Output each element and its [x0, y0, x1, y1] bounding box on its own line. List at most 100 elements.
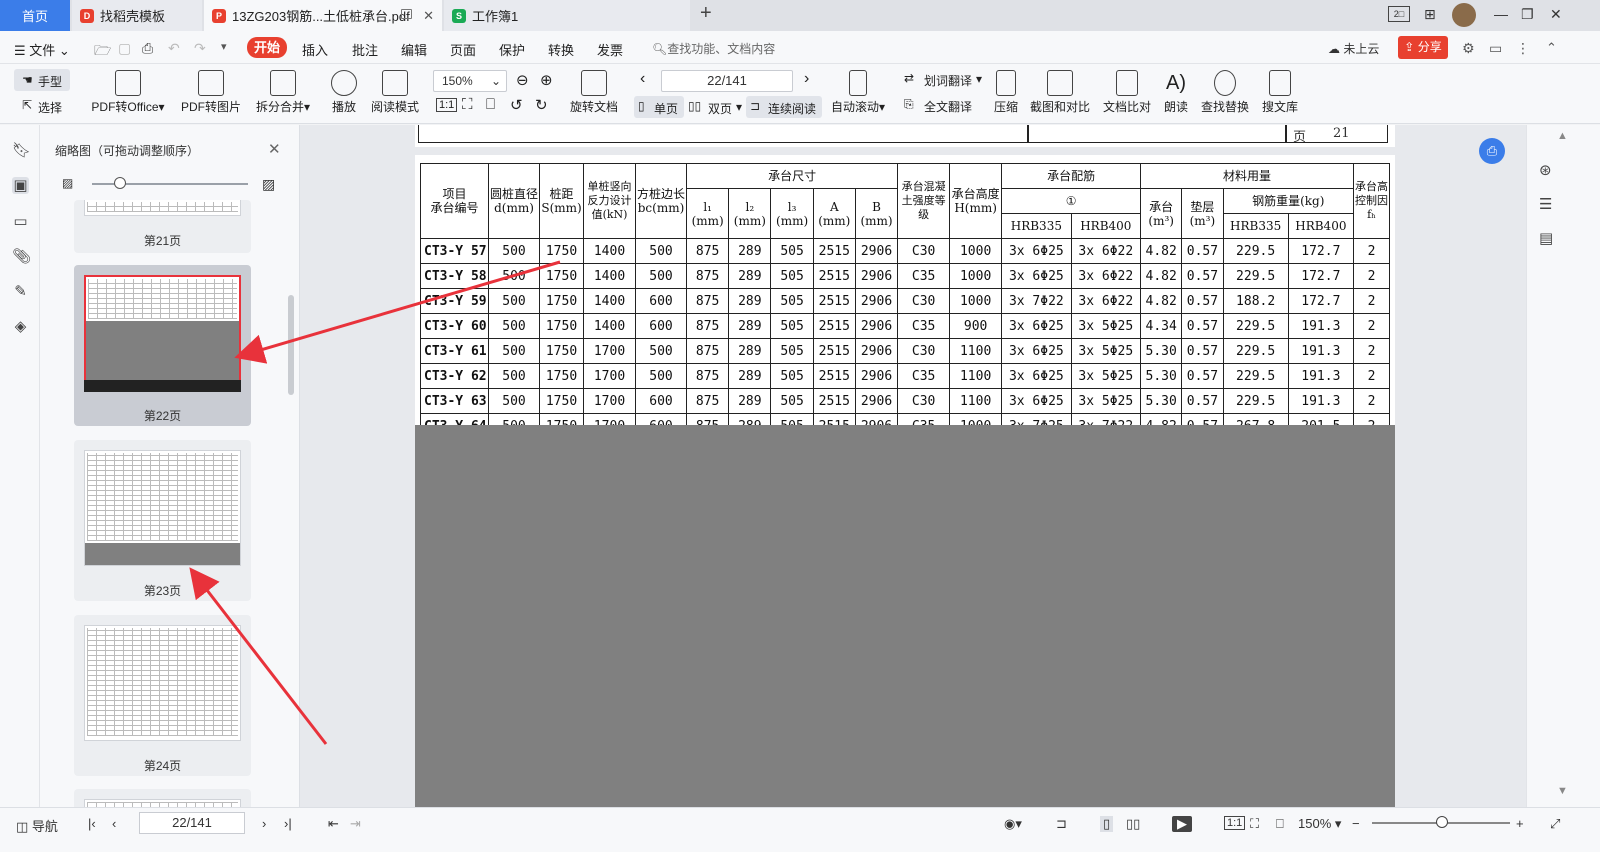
menu-convert[interactable]: 转换	[548, 40, 574, 59]
menu-page[interactable]: 页面	[450, 40, 476, 59]
back-icon[interactable]: ⇤	[328, 816, 339, 832]
tab-template[interactable]: D 找稻壳模板	[72, 0, 202, 31]
full-translate-button[interactable]: ⎘ 全文翻译	[904, 97, 984, 117]
apps-grid-icon[interactable]: ⊞	[1424, 6, 1436, 23]
auto-scroll-button[interactable]: 自动滚动▾	[828, 70, 888, 115]
thumbnail-page-22[interactable]: 第22页	[74, 265, 251, 426]
thumbnail-page-21[interactable]: 第21页	[74, 200, 251, 253]
undo-icon[interactable]: ↶	[168, 40, 180, 57]
thumbnail-page-23[interactable]: 第23页	[74, 440, 251, 601]
prev-page-icon[interactable]: ‹	[112, 816, 116, 831]
thumbnail-page-25[interactable]	[74, 789, 251, 807]
minimize-icon[interactable]: —	[1494, 6, 1508, 22]
read-aloud-button[interactable]: A) 朗读	[1160, 70, 1192, 115]
select-tool[interactable]: ⇱ 选择	[20, 97, 70, 117]
rotate-left-icon[interactable]: ↺	[510, 96, 523, 114]
close-panel-icon[interactable]: ✕	[268, 140, 281, 158]
pin-icon[interactable]	[401, 9, 412, 19]
last-page-icon[interactable]: ›|	[284, 816, 292, 831]
eye-protection-icon[interactable]: ◉▾	[1004, 816, 1022, 832]
tab-home[interactable]: 首页	[0, 0, 70, 31]
menu-protect[interactable]: 保护	[499, 40, 525, 59]
actual-size-icon[interactable]: 1:1	[1224, 816, 1246, 830]
prev-page-icon[interactable]: ‹	[640, 70, 645, 88]
ai-search-icon[interactable]: ⊛	[1539, 161, 1552, 179]
layers-icon[interactable]: ◈	[12, 318, 29, 335]
avatar[interactable]	[1452, 3, 1476, 27]
small-thumb-icon[interactable]: ▨	[62, 176, 73, 190]
double-page-layout-icon[interactable]: ▯▯	[1126, 816, 1140, 832]
fit-page-icon[interactable]: ⛶	[462, 96, 473, 113]
status-page-input[interactable]: 22/141	[139, 812, 245, 834]
function-search-input[interactable]: 🔍︎查找功能、文档内容	[652, 40, 775, 57]
new-tab-icon[interactable]: +	[700, 2, 712, 25]
restore-icon[interactable]: ❐	[1521, 6, 1534, 23]
continuous-layout-icon[interactable]: ⊐	[1056, 816, 1067, 832]
find-replace-button[interactable]: 查找替换	[1198, 70, 1252, 115]
thumbnail-size-slider-handle[interactable]	[114, 177, 126, 189]
single-page-layout-icon[interactable]: ▯	[1100, 816, 1114, 832]
hand-tool[interactable]: ☚ 手型	[14, 69, 70, 91]
navigation-toggle[interactable]: ◫ 导航	[16, 816, 58, 835]
fit-width-icon[interactable]: ⎕	[1276, 816, 1284, 832]
menu-annotate[interactable]: 批注	[352, 40, 378, 59]
zoom-select[interactable]: 150% ⌄	[433, 70, 507, 92]
save-icon[interactable]: ▢	[118, 40, 131, 57]
bookmark-icon[interactable]: 🔖︎	[12, 142, 31, 159]
cloud-status[interactable]: ☁ 未上云	[1328, 40, 1379, 57]
settings-icon[interactable]: ⚙	[1462, 40, 1475, 57]
menu-edit[interactable]: 编辑	[401, 40, 427, 59]
zoom-out-icon[interactable]: ⊖	[516, 71, 529, 89]
collapse-ribbon-icon[interactable]: ⌃	[1546, 40, 1557, 56]
menu-start[interactable]: 开始	[247, 37, 287, 58]
split-merge-button[interactable]: 拆分合并▾	[252, 70, 314, 115]
open-folder-icon[interactable]: 🗁	[94, 40, 111, 64]
file-menu[interactable]: ☰ 文件 ⌄	[14, 40, 70, 59]
fit-page-icon[interactable]: ⛶	[1250, 816, 1259, 832]
menu-invoice[interactable]: 发票	[597, 40, 623, 59]
double-page-button[interactable]: ▯▯ 双页 ▾	[688, 96, 744, 118]
rotate-right-icon[interactable]: ↻	[535, 96, 548, 114]
more-icon[interactable]: ⋮	[1516, 40, 1530, 57]
read-mode-button[interactable]: 阅读模式	[368, 70, 422, 115]
zoom-dropdown[interactable]: 150% ▾	[1298, 816, 1341, 832]
zoom-out-icon[interactable]: −	[1352, 816, 1360, 831]
pdf-to-image-button[interactable]: PDF转图片	[180, 70, 242, 115]
zoom-in-icon[interactable]: ⊕	[540, 71, 553, 89]
forward-icon[interactable]: ⇥	[350, 816, 361, 832]
layout-icon[interactable]: 2□	[1388, 6, 1410, 22]
large-thumb-icon[interactable]: ▨	[262, 176, 275, 193]
scroll-down-icon[interactable]: ▼	[1557, 785, 1568, 797]
screenshot-compare-button[interactable]: 截图和对比	[1028, 70, 1092, 115]
tab-spreadsheet[interactable]: S 工作簿1	[444, 0, 690, 31]
thumbnail-icon[interactable]: ▣	[12, 177, 29, 194]
menu-insert[interactable]: 插入	[302, 40, 328, 59]
zoom-slider-handle[interactable]	[1436, 816, 1448, 828]
print-icon[interactable]: ⎙	[142, 40, 153, 57]
close-tab-icon[interactable]: ✕	[423, 8, 434, 24]
feedback-icon[interactable]: ▭	[1489, 40, 1502, 57]
word-translate-button[interactable]: ⇄ 划词翻译 ▾	[904, 71, 986, 91]
play-icon[interactable]: ▶	[1172, 816, 1192, 832]
doc-compare-button[interactable]: 文档比对	[1100, 70, 1154, 115]
rotate-document-button[interactable]: 旋转文档	[566, 70, 622, 115]
compress-button[interactable]: 压缩	[990, 70, 1022, 115]
scroll-up-icon[interactable]: ▲	[1557, 130, 1568, 142]
fit-width-icon[interactable]: ⎕	[486, 96, 495, 113]
first-page-icon[interactable]: |‹	[88, 816, 96, 831]
signature-icon[interactable]: ✎	[12, 283, 29, 300]
adjust-icon[interactable]: ☰	[1539, 195, 1552, 213]
next-page-icon[interactable]: ›	[262, 816, 266, 831]
continuous-read-button[interactable]: ⊐ 连续阅读	[746, 96, 822, 118]
single-page-button[interactable]: ▯ 单页	[634, 96, 684, 118]
play-button[interactable]: 播放	[326, 70, 362, 115]
next-page-icon[interactable]: ›	[804, 70, 809, 88]
comment-icon[interactable]: ▭	[12, 213, 29, 230]
redo-icon[interactable]: ↷	[194, 40, 206, 57]
tab-pdf-document[interactable]: P 13ZG203钢筋...土低桩承台.pdf ✕	[204, 0, 442, 31]
zoom-in-icon[interactable]: +	[1516, 816, 1524, 831]
fullscreen-icon[interactable]: ⤢	[1550, 816, 1560, 832]
share-button[interactable]: ⇪ 分享	[1398, 36, 1448, 59]
thumbnail-page-24[interactable]: 第24页	[74, 615, 251, 776]
attachment-icon[interactable]: 📎︎	[12, 248, 31, 265]
